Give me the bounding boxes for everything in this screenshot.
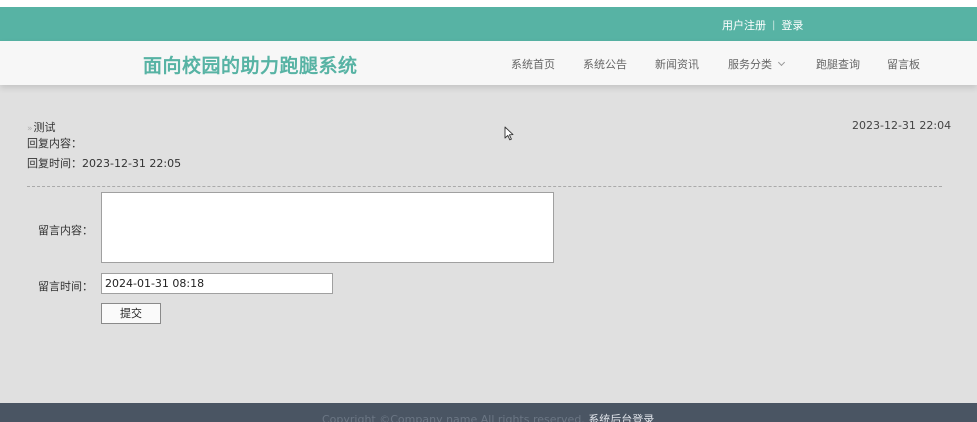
divider [27, 186, 942, 187]
bullet-icon: » [27, 124, 33, 134]
admin-login-link[interactable]: 系统后台登录 [588, 413, 654, 422]
main-content: »测试 2023-12-31 22:04 回复内容： 回复时间：2023-12-… [0, 85, 977, 403]
reply-time: 回复时间：2023-12-31 22:05 [27, 157, 182, 170]
mouse-cursor-icon [504, 126, 514, 141]
register-link[interactable]: 用户注册 [722, 17, 766, 33]
nav-item-announcements[interactable]: 系统公告 [583, 56, 627, 72]
nav-item-news[interactable]: 新闻资讯 [655, 56, 699, 72]
nav-menu: 系统首页 系统公告 新闻资讯 服务分类 跑腿查询 留言板 [0, 56, 977, 72]
top-separator: | [772, 19, 776, 31]
reply-content-label: 回复内容： [27, 137, 82, 150]
page-frame: 用户注册 | 登录 面向校园的助力跑腿系统 系统首页 系统公告 新闻资讯 服务分… [0, 7, 977, 422]
message-title: »测试 [27, 119, 56, 135]
copyright-text: Copyright ©Company name All rights reser… [322, 413, 585, 422]
message-time-input[interactable]: 2024-01-31 08:18 [101, 273, 333, 294]
submit-button[interactable]: 提交 [101, 303, 161, 324]
main-navbar: 面向校园的助力跑腿系统 系统首页 系统公告 新闻资讯 服务分类 跑腿查询 留言板 [0, 41, 977, 85]
message-title-text: 测试 [33, 121, 56, 134]
login-link[interactable]: 登录 [781, 17, 803, 33]
nav-item-errand-query[interactable]: 跑腿查询 [816, 56, 860, 72]
message-content-textarea[interactable] [101, 192, 554, 263]
top-links: 用户注册 | 登录 [722, 17, 803, 33]
footer-text: Copyright ©Company name All rights reser… [322, 411, 654, 422]
time-label: 留言时间： [38, 280, 93, 293]
chevron-down-icon [777, 58, 786, 67]
message-date: 2023-12-31 22:04 [852, 119, 952, 132]
footer: Copyright ©Company name All rights reser… [0, 403, 977, 422]
content-label: 留言内容： [38, 224, 93, 237]
nav-item-message-board[interactable]: 留言板 [887, 56, 920, 72]
nav-item-service-categories[interactable]: 服务分类 [728, 56, 786, 72]
nav-item-service-label: 服务分类 [728, 58, 772, 71]
nav-item-home[interactable]: 系统首页 [511, 56, 555, 72]
top-bar: 用户注册 | 登录 [0, 7, 977, 41]
